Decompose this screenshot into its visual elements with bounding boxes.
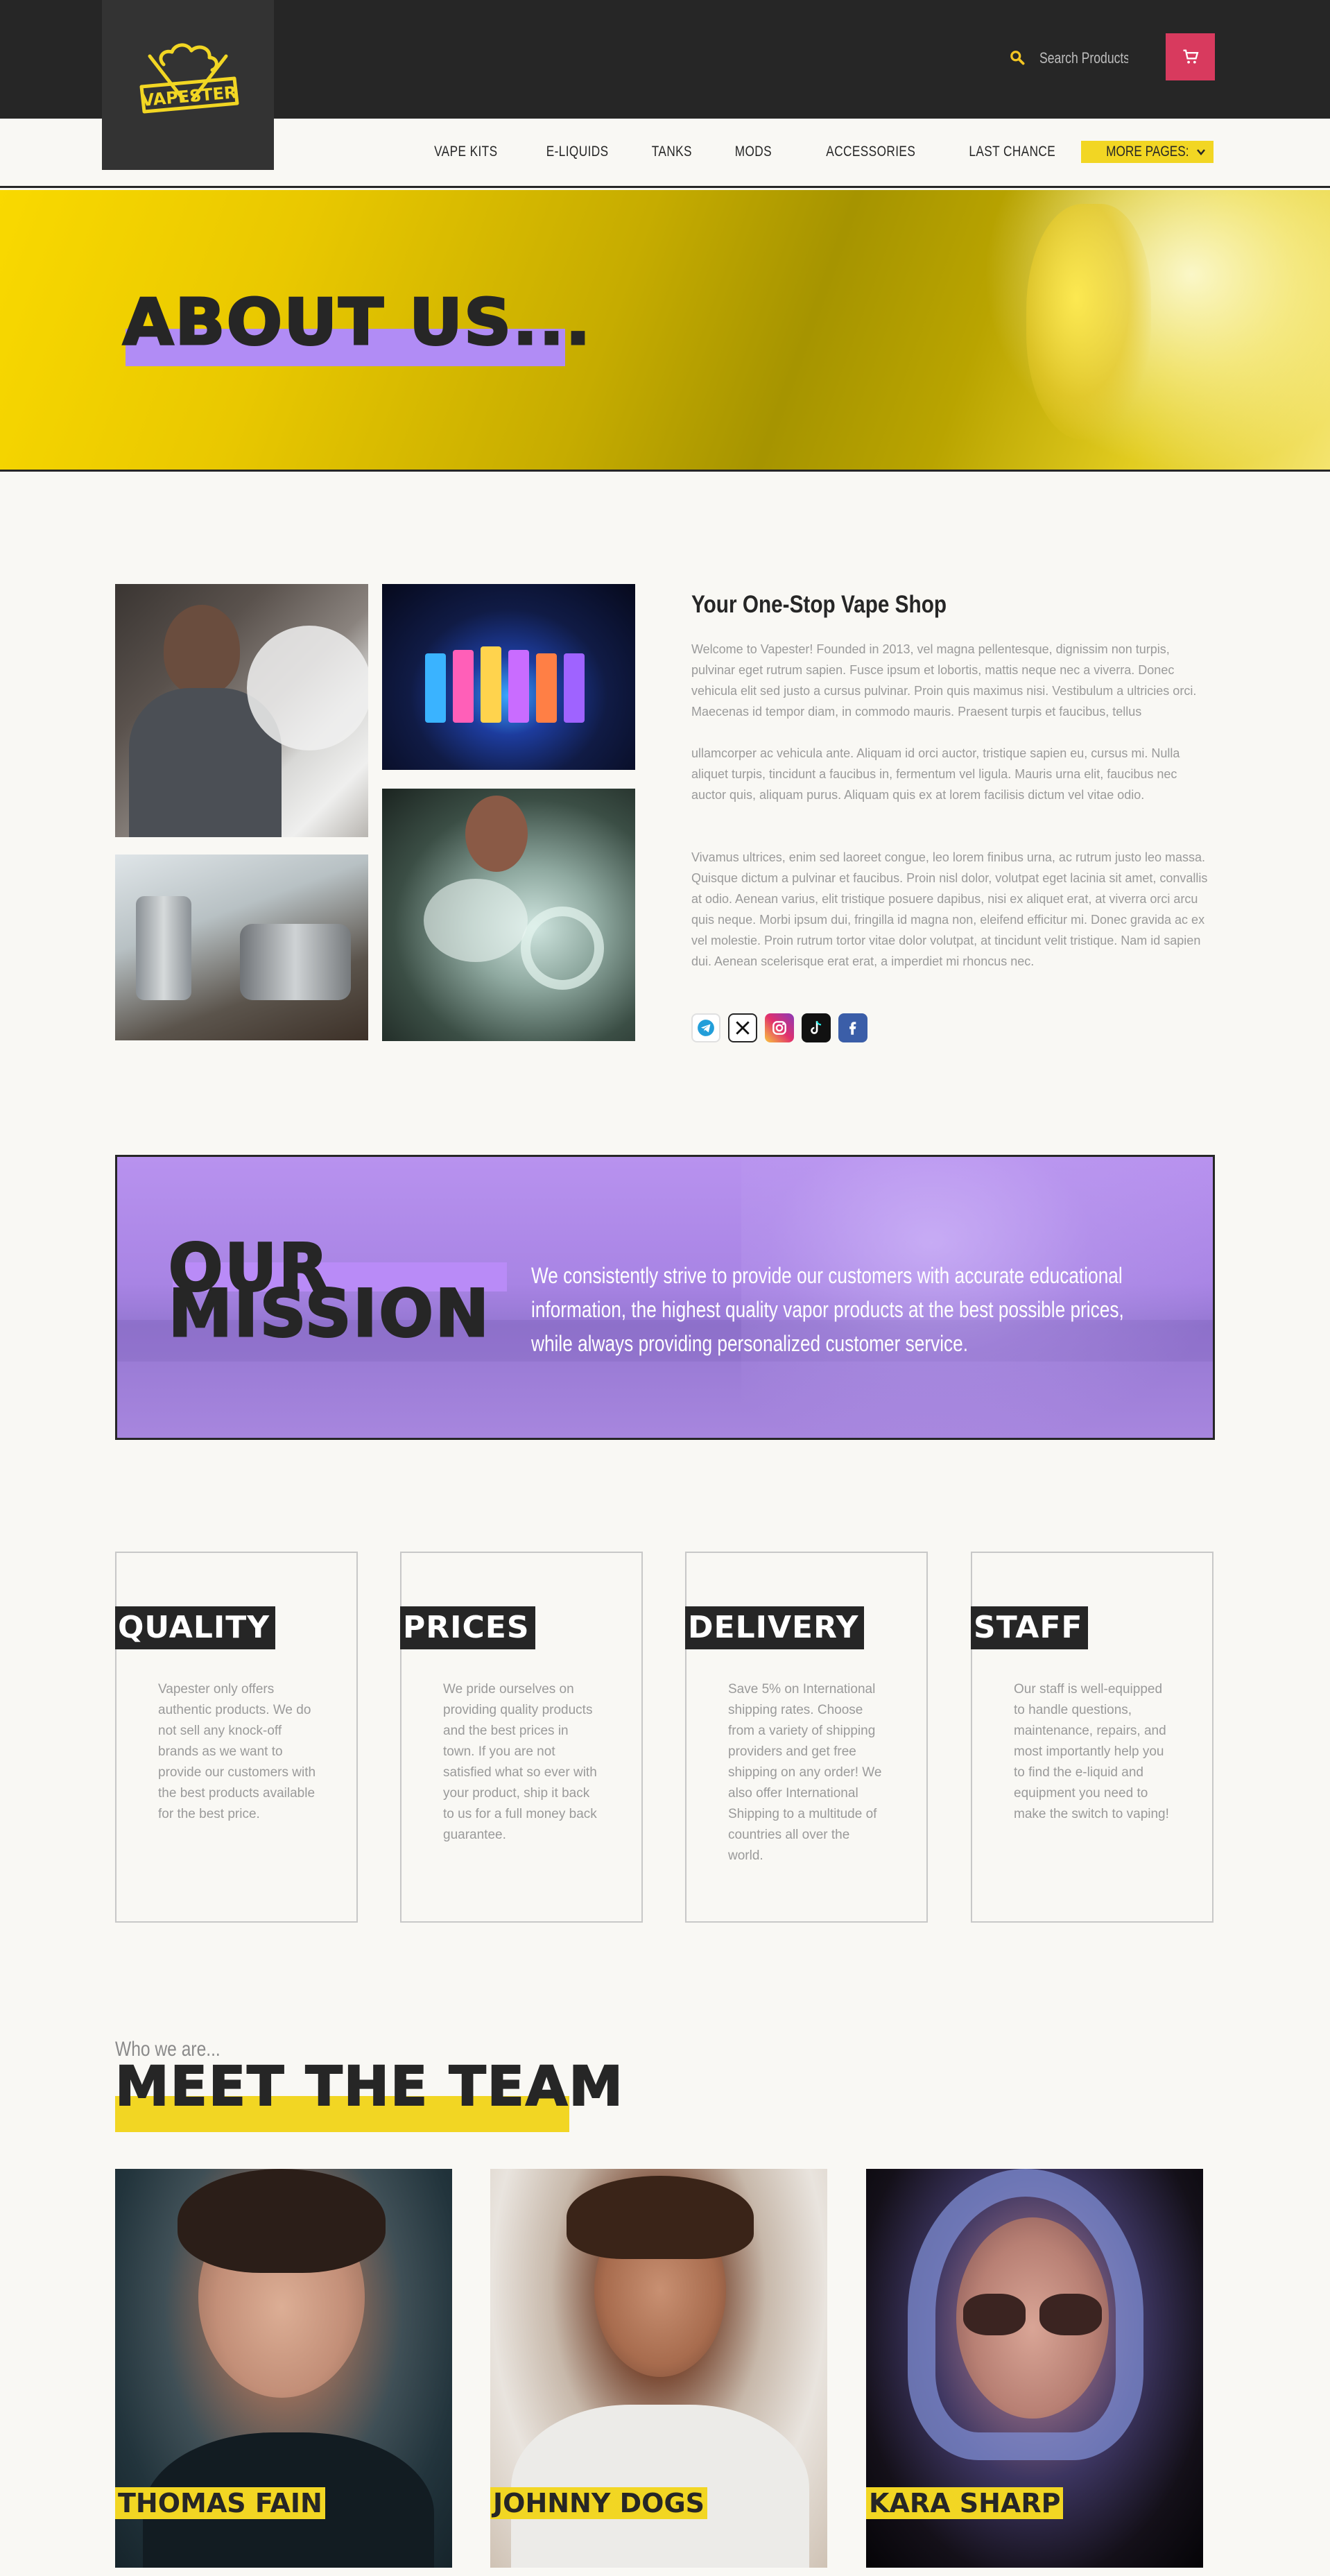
chevron-down-icon (1197, 149, 1205, 155)
photo-eliquid-bottles (382, 584, 635, 770)
member-hair (567, 2176, 754, 2259)
feature-label: PRICES (400, 1606, 535, 1649)
hero-banner: ABOUT US... (0, 190, 1330, 472)
member-hair (178, 2169, 386, 2273)
telegram-link[interactable] (691, 1013, 720, 1042)
member-name: KARA SHARP (866, 2487, 1064, 2519)
member-name: THOMAS FAIN (115, 2487, 325, 2519)
facebook-link[interactable] (838, 1013, 867, 1042)
feature-card-staff: STAFF Our staff is well-equipped to hand… (971, 1552, 1214, 1923)
feature-text: Save 5% on International shipping rates.… (728, 1682, 882, 1863)
cart-icon (1183, 49, 1198, 64)
hero-title-wrap: ABOUT US... (121, 286, 591, 366)
tiktok-link[interactable] (802, 1013, 831, 1042)
more-pages-label: MORE PAGES: (1105, 144, 1189, 160)
nav-menu: VAPE KITS E-LIQUIDS TANKS MODS ACCESSORI… (386, 141, 1214, 163)
about-paragraph-3: Vivamus ultrices, enim sed laoreet congu… (691, 850, 1208, 968)
photo-man-vaping (115, 584, 368, 837)
team-member-card[interactable]: THOMAS FAIN (115, 2169, 452, 2568)
logo[interactable]: VAPESTER (102, 0, 274, 170)
team-member-card[interactable]: KARA SHARP (866, 2169, 1203, 2568)
search-input[interactable] (1039, 49, 1128, 67)
feature-card-quality: QUALITY Vapester only offers authentic p… (115, 1552, 358, 1923)
more-pages-dropdown[interactable]: MORE PAGES: (1080, 141, 1214, 163)
nav-item-e-liquids[interactable]: E-LIQUIDS (546, 144, 608, 160)
nav-item-tanks[interactable]: TANKS (652, 144, 692, 160)
member-shirt (511, 2405, 809, 2568)
team-title: MEET THE TEAM (114, 2055, 624, 2119)
cart-button[interactable] (1166, 33, 1215, 80)
instagram-link[interactable] (765, 1013, 794, 1042)
team-member-card[interactable]: JOHNNY DOGS (490, 2169, 827, 2568)
about-paragraph-1: Welcome to Vapester! Founded in 2013, ve… (691, 642, 1197, 719)
mission-banner: OUR MISSION We consistently strive to pr… (115, 1155, 1215, 1440)
nav-item-accessories[interactable]: ACCESSORIES (826, 144, 915, 160)
page-title: ABOUT US... (121, 285, 592, 359)
feature-card-delivery: DELIVERY Save 5% on International shippi… (685, 1552, 928, 1923)
nav-item-vape-kits[interactable]: VAPE KITS (434, 144, 497, 160)
feature-card-prices: PRICES We pride ourselves on providing q… (400, 1552, 643, 1923)
member-name: JOHNNY DOGS (490, 2487, 708, 2519)
mission-title: OUR MISSION (168, 1235, 497, 1352)
feature-text: Vapester only offers authentic products.… (158, 1682, 316, 1821)
sunglasses-icon (963, 2294, 1026, 2335)
feature-label: QUALITY (115, 1606, 276, 1649)
x-icon (736, 1021, 750, 1035)
x-link[interactable] (728, 1013, 757, 1042)
hero-vaper-image (1026, 204, 1151, 440)
search-icon[interactable] (1009, 49, 1027, 67)
sunglasses-icon (1039, 2294, 1102, 2335)
telegram-icon (698, 1020, 714, 1036)
feature-text: We pride ourselves on providing quality … (443, 1682, 597, 1842)
instagram-icon (772, 1021, 786, 1035)
about-paragraph-2: ullamcorper ac vehicula ante. Aliquam id… (691, 746, 1180, 802)
photo-smoke-rings (382, 789, 635, 1041)
mission-text: We consistently strive to provide our cu… (531, 1263, 1124, 1356)
nav-item-last-chance[interactable]: LAST CHANCE (969, 144, 1056, 160)
photo-vape-mod (115, 855, 368, 1040)
vapester-logo-icon: VAPESTER (139, 43, 239, 113)
nav-item-mods[interactable]: MODS (735, 144, 772, 160)
feature-label: STAFF (971, 1606, 1089, 1649)
tiktok-icon (811, 1021, 822, 1034)
social-links (691, 1013, 867, 1042)
mission-title-line-2: MISSION (168, 1276, 491, 1352)
search-bar[interactable] (1009, 46, 1150, 71)
about-heading: Your One-Stop Vape Shop (691, 591, 947, 618)
facebook-icon (849, 1022, 856, 1035)
feature-label: DELIVERY (685, 1606, 865, 1649)
member-hair (908, 2169, 1143, 2460)
feature-text: Our staff is well-equipped to handle que… (1014, 1682, 1169, 1821)
